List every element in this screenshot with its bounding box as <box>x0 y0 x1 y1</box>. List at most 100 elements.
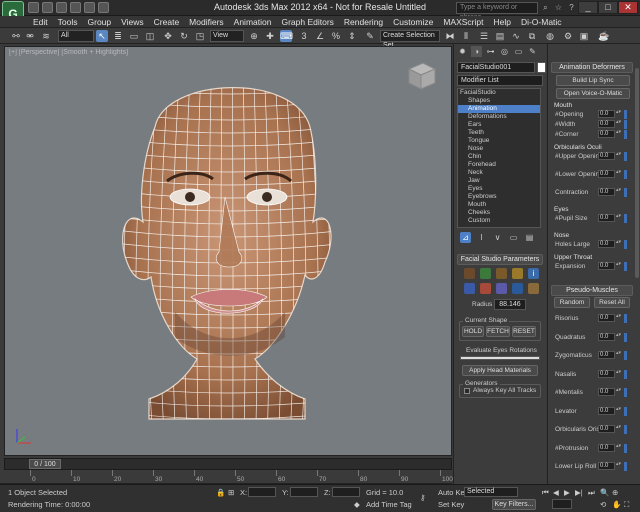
select-by-name-icon[interactable]: ≣ <box>112 30 124 42</box>
orbit-icon[interactable]: ⟲ <box>600 500 606 509</box>
parameter-spinner[interactable]: 0.0 <box>598 262 615 270</box>
apply-head-materials-button[interactable]: Apply Head Materials <box>462 365 538 376</box>
utilities-tab-icon[interactable]: ✎ <box>527 46 538 57</box>
texture-tools-icon[interactable] <box>496 268 507 279</box>
parameter-spinner[interactable]: 0.0 <box>598 110 615 118</box>
parameter-slider[interactable] <box>624 214 627 223</box>
open-voice-o-matic-button[interactable]: Open Voice-O-Matic <box>556 88 630 99</box>
project-folder-icon[interactable] <box>98 2 109 13</box>
spinner-arrows-icon[interactable]: ▴▾ <box>616 152 621 160</box>
stack-item[interactable]: Eyebrows <box>458 193 540 201</box>
search-input[interactable]: Type a keyword or phrase <box>456 2 538 21</box>
set-key-label[interactable]: Set Key <box>438 500 464 509</box>
zoom-icon[interactable]: 🔍 <box>600 488 609 497</box>
unlink-icon[interactable]: ⚮ <box>24 30 36 42</box>
spinner-arrows-icon[interactable]: ▴▾ <box>616 240 621 248</box>
binoculars-icon[interactable]: ⌕ <box>540 2 551 13</box>
parameter-spinner[interactable]: 0.0 <box>598 332 615 341</box>
menu-di-o-matic[interactable]: Di-O-Matic <box>516 16 567 27</box>
parameter-spinner[interactable]: 0.0 <box>598 130 615 138</box>
perspective-viewport[interactable]: [+] [Perspective] [Smooth + Highlights] <box>4 46 452 456</box>
parameter-slider[interactable] <box>624 170 627 179</box>
parameter-spinner[interactable]: 0.0 <box>598 120 615 128</box>
remove-modifier-icon[interactable]: ▭ <box>508 232 519 243</box>
time-slider-thumb[interactable]: 0 / 100 <box>29 459 61 469</box>
add-time-tag-label[interactable]: Add Time Tag <box>366 500 412 509</box>
track-bar[interactable] <box>0 470 452 484</box>
stack-item[interactable]: Tongue <box>458 137 540 145</box>
random-button[interactable]: Random <box>554 297 590 308</box>
object-name-field[interactable]: FacialStudio001 <box>457 62 535 73</box>
edit-named-selection-icon[interactable]: ✎ <box>364 30 376 42</box>
spinner-arrows-icon[interactable]: ▴▾ <box>616 388 621 396</box>
stack-item[interactable]: Ears <box>458 121 540 129</box>
pseudo-muscles-rollout[interactable]: Pseudo-Muscles <box>551 285 633 296</box>
menu-graph-editors[interactable]: Graph Editors <box>276 16 338 27</box>
spinner-arrows-icon[interactable]: ▴▾ <box>616 130 621 138</box>
parameter-spinner[interactable]: 0.0 <box>598 152 615 160</box>
save-preset-icon[interactable] <box>512 283 523 294</box>
parameter-slider[interactable] <box>624 188 627 197</box>
panel-scrollbar[interactable] <box>635 68 639 278</box>
parameter-slider[interactable] <box>624 130 627 139</box>
make-unique-icon[interactable]: ∨ <box>492 232 503 243</box>
stack-item[interactable]: Cheeks <box>458 209 540 217</box>
parameter-slider[interactable] <box>624 351 627 360</box>
menu-animation[interactable]: Animation <box>229 16 277 27</box>
stack-item[interactable]: Mouth <box>458 201 540 209</box>
parameter-slider[interactable] <box>624 332 627 342</box>
parameter-slider[interactable] <box>624 262 627 271</box>
go-to-start-icon[interactable]: ⏮ <box>542 488 549 498</box>
parameter-spinner[interactable]: 0.0 <box>598 214 615 222</box>
menu-customize[interactable]: Customize <box>388 16 438 27</box>
stack-item[interactable]: Forehead <box>458 161 540 169</box>
curve-editor-icon[interactable]: ∿ <box>510 30 522 42</box>
parameter-spinner[interactable]: 0.0 <box>598 170 615 178</box>
stack-item[interactable]: Neck <box>458 169 540 177</box>
parameter-spinner[interactable]: 0.0 <box>598 406 615 415</box>
close-button[interactable]: ✕ <box>618 1 638 14</box>
play-icon[interactable]: ▶ <box>564 488 570 497</box>
menu-create[interactable]: Create <box>149 16 185 27</box>
parameter-spinner[interactable]: 0.0 <box>598 369 615 378</box>
render-setup-icon[interactable]: ⚙ <box>562 30 574 42</box>
build-lip-sync-button[interactable]: Build Lip Sync <box>556 75 630 86</box>
spinner-snap-icon[interactable]: ⇕ <box>346 30 358 42</box>
stack-item[interactable]: Shapes <box>458 97 540 105</box>
menu-help[interactable]: Help <box>488 16 515 27</box>
stack-item[interactable]: Animation <box>458 105 540 113</box>
parameter-slider[interactable] <box>624 240 627 249</box>
render-production-icon[interactable]: ☕ <box>598 30 610 42</box>
stack-item[interactable]: Deformations <box>458 113 540 121</box>
motion-tab-icon[interactable]: ◎ <box>499 46 510 57</box>
parameter-spinner[interactable]: 0.0 <box>598 462 615 470</box>
viewcube-icon[interactable] <box>403 57 439 93</box>
pan-icon[interactable]: ✋ <box>612 500 621 509</box>
radius-spinner[interactable]: 88.146 <box>494 299 526 310</box>
star-icon[interactable]: ☆ <box>553 2 564 13</box>
display-tab-icon[interactable]: ▭ <box>513 46 524 57</box>
rectangular-selection-icon[interactable]: ▭ <box>128 30 140 42</box>
parameter-spinner[interactable]: 0.0 <box>598 443 615 452</box>
parameter-slider[interactable] <box>624 110 627 119</box>
open-file-icon[interactable] <box>42 2 53 13</box>
parameter-slider[interactable] <box>624 462 627 471</box>
parameter-spinner[interactable]: 0.0 <box>598 240 615 248</box>
modify-tab-icon[interactable]: ◑ <box>471 46 482 57</box>
eyes-tool-icon[interactable] <box>464 283 475 294</box>
mirror-icon[interactable]: ⧓ <box>444 30 456 42</box>
parameter-slider[interactable] <box>624 406 627 416</box>
help-icon[interactable]: ? <box>566 2 577 13</box>
menu-maxscript[interactable]: MAXScript <box>438 16 488 27</box>
export-icon[interactable] <box>496 283 507 294</box>
pin-stack-icon[interactable]: ⊿ <box>460 232 471 243</box>
z-coordinate-field[interactable] <box>332 487 360 497</box>
stack-item[interactable]: Teeth <box>458 129 540 137</box>
redo-icon[interactable] <box>84 2 95 13</box>
select-scale-icon[interactable]: ◳ <box>194 30 206 42</box>
parameter-spinner[interactable]: 0.0 <box>598 425 615 433</box>
bind-space-warp-icon[interactable]: ≋ <box>40 30 52 42</box>
spinner-arrows-icon[interactable]: ▴▾ <box>616 314 621 322</box>
reset-button[interactable]: RESET <box>512 326 536 337</box>
object-color-swatch[interactable] <box>537 62 546 73</box>
